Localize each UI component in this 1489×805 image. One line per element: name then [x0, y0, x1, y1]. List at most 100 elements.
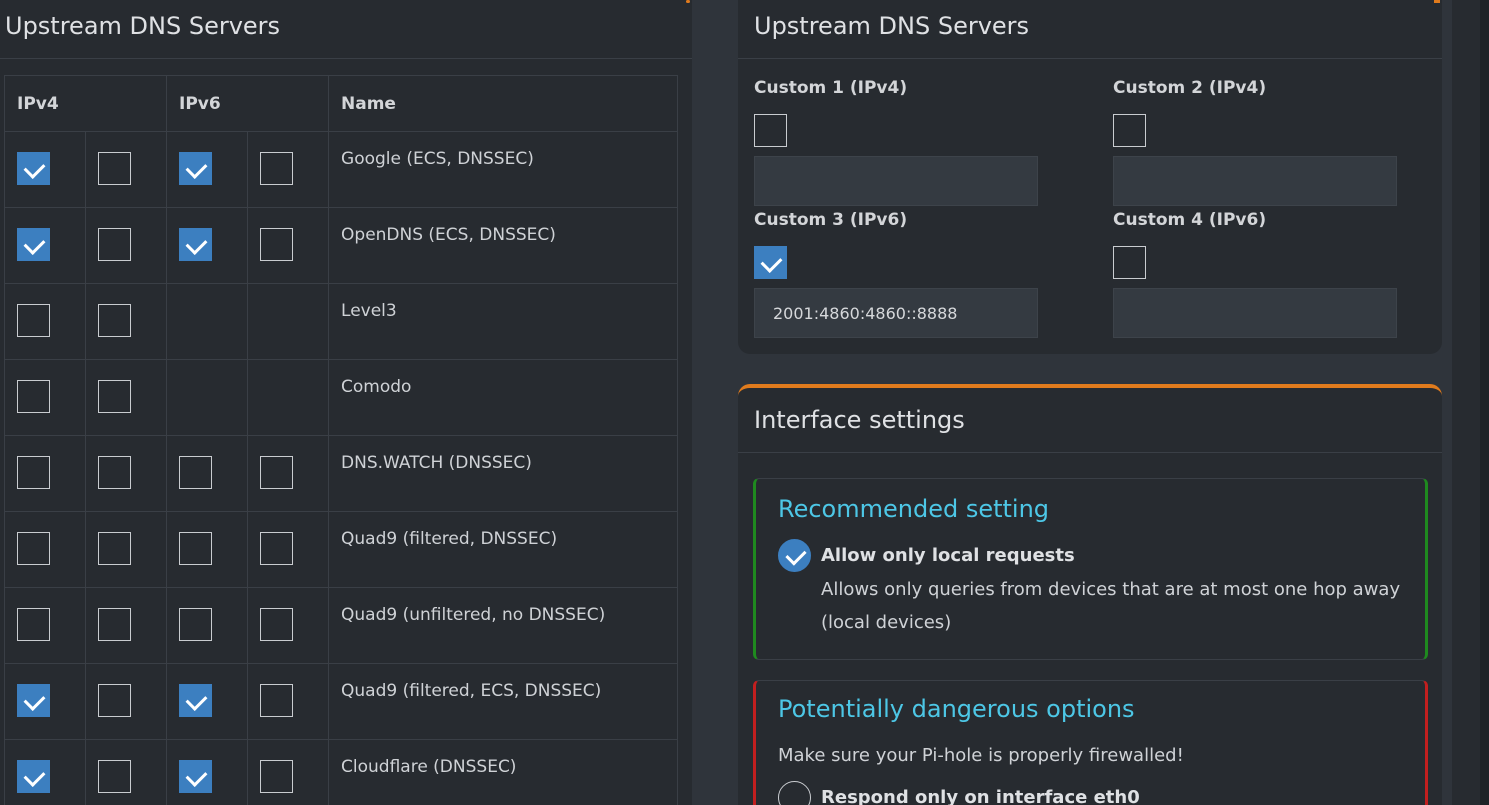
table-cell — [84, 207, 168, 284]
panel-accent — [1434, 0, 1440, 3]
cell-divider — [247, 512, 249, 587]
custom3-checkbox[interactable] — [754, 246, 787, 279]
table-row: DNS.WATCH (DNSSEC) — [4, 435, 679, 512]
cell-divider — [247, 132, 249, 207]
server-name: Quad9 (filtered, DNSSEC) — [328, 511, 679, 588]
ipv4-primary-checkbox[interactable] — [17, 608, 50, 641]
divider — [738, 452, 1442, 453]
table-cell — [166, 283, 330, 360]
custom2-input[interactable] — [1113, 156, 1397, 206]
table-cell — [4, 283, 86, 360]
cell-divider — [247, 208, 249, 283]
ipv4-primary-checkbox[interactable] — [17, 380, 50, 413]
ipv4-primary-checkbox[interactable] — [17, 684, 50, 717]
ipv4-primary-checkbox[interactable] — [17, 532, 50, 565]
upstream-dns-panel: Upstream DNS Servers IPv4 IPv6 Name Goog… — [0, 0, 692, 805]
table-cell — [84, 663, 168, 740]
page-scroll-edge[interactable] — [1480, 0, 1489, 805]
ipv4-secondary-checkbox[interactable] — [98, 304, 131, 337]
panel-title: Upstream DNS Servers — [5, 12, 281, 40]
ipv6-primary-checkbox[interactable] — [179, 684, 213, 717]
custom1-input[interactable] — [754, 156, 1038, 206]
table-cell — [4, 207, 86, 284]
ipv4-primary-checkbox[interactable] — [17, 152, 50, 185]
ipv6-secondary-checkbox[interactable] — [260, 684, 294, 717]
ipv4-primary-checkbox[interactable] — [17, 304, 50, 337]
ipv6-secondary-checkbox[interactable] — [260, 456, 294, 489]
table-cell — [4, 663, 86, 740]
cell-divider — [247, 436, 249, 511]
ipv6-secondary-checkbox[interactable] — [260, 608, 294, 641]
panel-title: Interface settings — [754, 406, 965, 434]
table-cell — [84, 511, 168, 588]
custom3-label: Custom 3 (IPv6) — [754, 210, 908, 230]
settings-page: Upstream DNS Servers IPv4 IPv6 Name Goog… — [0, 0, 1489, 805]
table-cell — [84, 435, 168, 512]
single-interface-label[interactable]: Respond only on interface eth0 — [821, 787, 1140, 805]
table-cell — [84, 131, 168, 208]
divider — [738, 58, 1442, 59]
ipv6-primary-checkbox[interactable] — [179, 228, 213, 261]
table-cell — [4, 739, 86, 805]
ipv6-primary-checkbox[interactable] — [179, 532, 213, 565]
table-cell — [4, 435, 86, 512]
ipv6-secondary-checkbox[interactable] — [260, 532, 294, 565]
ipv6-primary-checkbox[interactable] — [179, 760, 213, 793]
ipv4-primary-checkbox[interactable] — [17, 228, 50, 261]
ipv4-primary-checkbox[interactable] — [17, 456, 50, 489]
table-cell — [166, 587, 330, 664]
server-name: Google (ECS, DNSSEC) — [328, 131, 679, 208]
ipv6-secondary-checkbox[interactable] — [260, 228, 294, 261]
custom4-checkbox[interactable] — [1113, 246, 1146, 279]
ipv4-secondary-checkbox[interactable] — [98, 380, 131, 413]
firewall-warning: Make sure your Pi-hole is properly firew… — [778, 745, 1184, 766]
table-cell — [4, 359, 86, 436]
ipv6-primary-checkbox[interactable] — [179, 456, 213, 489]
recommended-heading: Recommended setting — [778, 495, 1050, 523]
custom4-label: Custom 4 (IPv6) — [1113, 210, 1267, 230]
ipv4-secondary-checkbox[interactable] — [98, 684, 131, 717]
ipv4-primary-checkbox[interactable] — [17, 760, 50, 793]
ipv4-secondary-checkbox[interactable] — [98, 228, 131, 261]
cell-divider — [247, 360, 249, 435]
custom4-input[interactable] — [1113, 288, 1397, 338]
cell-divider — [247, 588, 249, 663]
dangerous-heading: Potentially dangerous options — [778, 695, 1135, 723]
ipv4-secondary-checkbox[interactable] — [98, 532, 131, 565]
allow-local-label[interactable]: Allow only local requests — [821, 545, 1075, 566]
table-row: Quad9 (filtered, ECS, DNSSEC) — [4, 663, 679, 740]
cell-divider — [247, 740, 249, 805]
custom3-input[interactable]: 2001:4860:4860::8888 — [754, 288, 1038, 338]
table-cell — [4, 131, 86, 208]
server-name: Cloudflare (DNSSEC) — [328, 739, 679, 805]
table-cell — [84, 739, 168, 805]
table-header-row: IPv4 IPv6 Name — [3, 75, 679, 132]
table-cell — [84, 359, 168, 436]
single-interface-radio[interactable] — [778, 781, 811, 805]
ipv4-secondary-checkbox[interactable] — [98, 456, 131, 489]
table-cell — [166, 663, 330, 740]
allow-local-radio[interactable] — [778, 539, 811, 572]
ipv6-primary-checkbox[interactable] — [179, 608, 213, 641]
custom2-checkbox[interactable] — [1113, 114, 1146, 147]
ipv4-secondary-checkbox[interactable] — [98, 608, 131, 641]
ipv4-secondary-checkbox[interactable] — [98, 152, 131, 185]
table-row: Level3 — [4, 283, 679, 360]
server-name: Comodo — [328, 359, 679, 436]
ipv6-secondary-checkbox[interactable] — [260, 152, 294, 185]
table-row: Quad9 (unfiltered, no DNSSEC) — [4, 587, 679, 664]
server-name: Quad9 (filtered, ECS, DNSSEC) — [328, 663, 679, 740]
ipv6-primary-checkbox[interactable] — [179, 152, 213, 185]
custom1-checkbox[interactable] — [754, 114, 787, 147]
table-cell — [166, 511, 330, 588]
server-name: Level3 — [328, 283, 679, 360]
page-side-strip — [1452, 0, 1480, 805]
server-name: OpenDNS (ECS, DNSSEC) — [328, 207, 679, 284]
table-cell — [4, 511, 86, 588]
table-row: Quad9 (filtered, DNSSEC) — [4, 511, 679, 588]
ipv4-secondary-checkbox[interactable] — [98, 760, 131, 793]
table-row: Cloudflare (DNSSEC) — [4, 739, 679, 805]
recommended-callout: Recommended setting Allow only local req… — [753, 478, 1428, 660]
ipv6-secondary-checkbox[interactable] — [260, 760, 294, 793]
table-cell — [4, 587, 86, 664]
